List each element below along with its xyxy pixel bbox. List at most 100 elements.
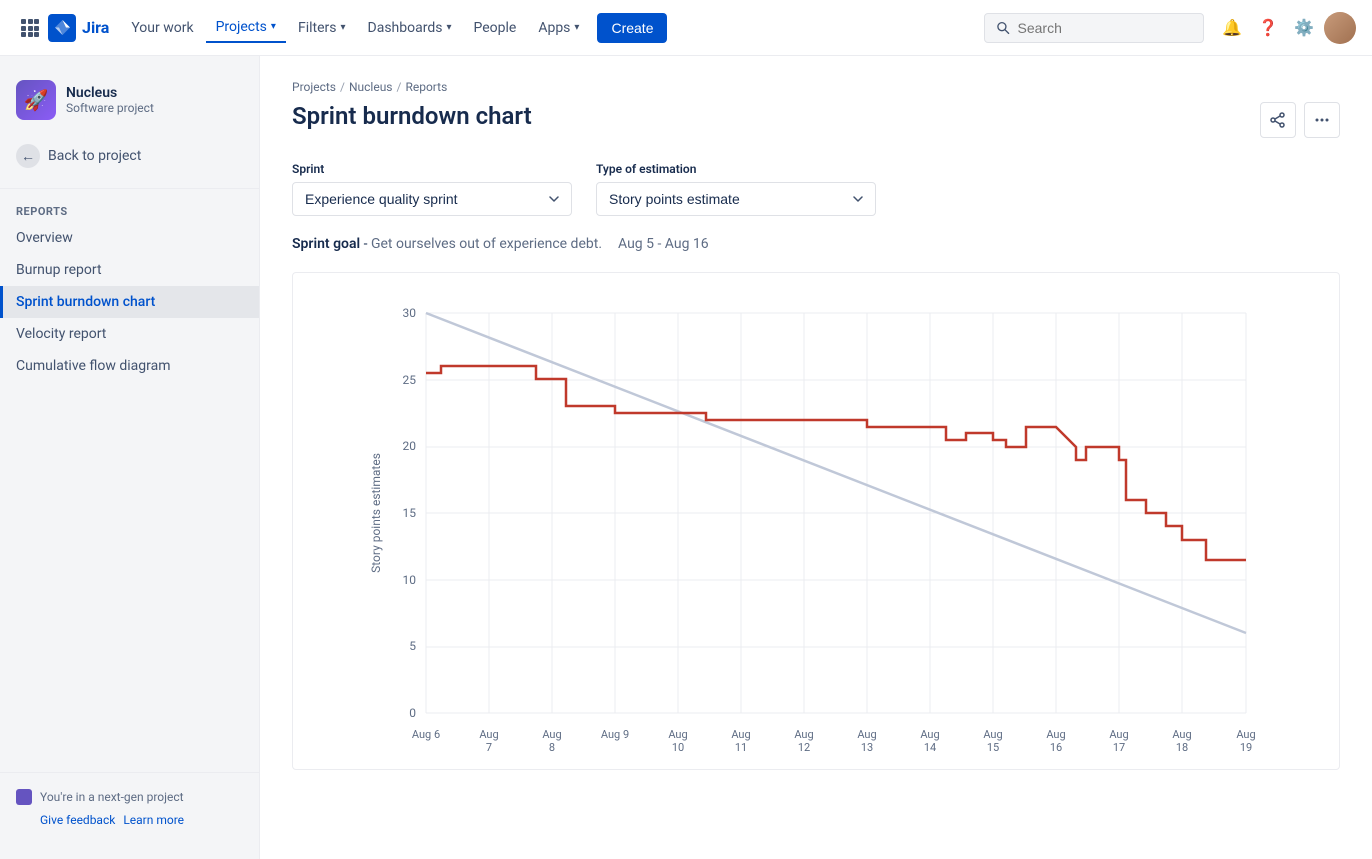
sidebar: 🚀 Nucleus Software project ← Back to pro… (0, 56, 260, 859)
create-button[interactable]: Create (597, 13, 667, 43)
badge-icon (16, 789, 32, 805)
svg-text:Story points estimates: Story points estimates (369, 453, 383, 573)
breadcrumb-sep-2: / (397, 80, 402, 94)
svg-text:20: 20 (403, 439, 417, 453)
help-icon[interactable]: ❓ (1252, 12, 1284, 44)
svg-text:15: 15 (403, 506, 417, 520)
breadcrumb: Projects / Nucleus / Reports (292, 80, 1340, 94)
sprint-filter-group: Sprint Experience quality sprint (292, 162, 572, 216)
nav-filters[interactable]: Filters ▾ (288, 14, 356, 42)
project-type: Software project (66, 101, 154, 115)
svg-text:10: 10 (672, 741, 684, 753)
sidebar-item-velocity[interactable]: Velocity report (0, 318, 259, 350)
page-layout: 🚀 Nucleus Software project ← Back to pro… (0, 56, 1372, 859)
search-input[interactable] (1018, 20, 1191, 36)
back-to-project-button[interactable]: ← Back to project (0, 136, 259, 176)
sprint-filter-select[interactable]: Experience quality sprint (292, 182, 572, 216)
svg-text:13: 13 (861, 741, 873, 753)
nav-links: Your work Projects ▾ Filters ▾ Dashboard… (121, 13, 589, 43)
breadcrumb-reports: Reports (405, 80, 447, 94)
svg-text:Aug: Aug (1172, 728, 1191, 741)
sidebar-footer: You're in a next-gen project Give feedba… (0, 772, 259, 843)
svg-text:8: 8 (549, 741, 555, 753)
jira-logo[interactable]: Jira (48, 14, 109, 42)
svg-text:14: 14 (924, 741, 936, 753)
estimation-filter-group: Type of estimation Story points estimate (596, 162, 876, 216)
learn-link[interactable]: Learn more (123, 813, 184, 827)
top-navigation: Jira Your work Projects ▾ Filters ▾ Dash… (0, 0, 1372, 56)
share-button[interactable] (1260, 102, 1296, 138)
svg-text:Aug: Aug (542, 728, 561, 741)
logo-text: Jira (82, 18, 109, 37)
breadcrumb-nucleus[interactable]: Nucleus (349, 80, 393, 94)
chevron-down-icon: ▾ (340, 22, 345, 33)
nav-your-work[interactable]: Your work (121, 14, 203, 42)
settings-icon[interactable]: ⚙️ (1288, 12, 1320, 44)
svg-text:Aug: Aug (1046, 728, 1065, 741)
sidebar-section-reports: Reports (0, 193, 259, 222)
svg-text:Aug: Aug (1236, 728, 1255, 741)
svg-text:Aug: Aug (731, 728, 750, 741)
back-arrow-icon: ← (16, 144, 40, 168)
sprint-goal-dash: - (364, 236, 371, 252)
breadcrumb-projects[interactable]: Projects (292, 80, 336, 94)
footer-links: Give feedback Learn more (16, 813, 243, 827)
sidebar-item-burnup[interactable]: Burnup report (0, 254, 259, 286)
more-button[interactable] (1304, 102, 1340, 138)
nav-dashboards[interactable]: Dashboards ▾ (358, 14, 462, 42)
svg-text:Aug 9: Aug 9 (601, 728, 629, 741)
sidebar-item-overview[interactable]: Overview (0, 222, 259, 254)
feedback-link[interactable]: Give feedback (40, 813, 115, 827)
chart-wrap: 0 5 10 15 20 25 30 Story points estimate… (309, 293, 1323, 753)
chevron-down-icon: ▾ (271, 21, 276, 32)
sidebar-item-burndown[interactable]: Sprint burndown chart (0, 286, 259, 318)
svg-text:18: 18 (1176, 741, 1188, 753)
share-icon (1270, 112, 1286, 128)
sidebar-item-cumulative[interactable]: Cumulative flow diagram (0, 350, 259, 382)
ellipsis-icon (1314, 112, 1330, 128)
svg-text:Aug: Aug (479, 728, 498, 741)
next-gen-badge: You're in a next-gen project (16, 789, 243, 805)
search-box[interactable] (984, 13, 1204, 43)
sprint-goal: Sprint goal - Get ourselves out of exper… (292, 236, 1340, 252)
svg-text:Aug 6: Aug 6 (412, 728, 440, 741)
svg-text:Aug: Aug (983, 728, 1002, 741)
chevron-down-icon: ▾ (574, 22, 579, 33)
chevron-down-icon: ▾ (446, 22, 451, 33)
svg-text:0: 0 (409, 706, 416, 720)
sprint-dates: Aug 5 - Aug 16 (618, 236, 709, 252)
grid-icon[interactable] (16, 14, 44, 42)
svg-text:17: 17 (1113, 741, 1125, 753)
svg-text:15: 15 (987, 741, 999, 753)
svg-text:16: 16 (1050, 741, 1062, 753)
svg-text:19: 19 (1240, 741, 1252, 753)
notifications-icon[interactable]: 🔔 (1216, 12, 1248, 44)
burndown-chart: 0 5 10 15 20 25 30 Story points estimate… (309, 293, 1323, 753)
main-content: Projects / Nucleus / Reports Sprint burn… (260, 56, 1372, 859)
chart-container: 0 5 10 15 20 25 30 Story points estimate… (292, 272, 1340, 770)
nav-projects[interactable]: Projects ▾ (206, 13, 286, 43)
project-name: Nucleus (66, 85, 154, 101)
breadcrumb-sep-1: / (340, 80, 345, 94)
sprint-goal-text: Get ourselves out of experience debt. (371, 236, 602, 252)
sidebar-project: 🚀 Nucleus Software project (0, 72, 259, 136)
search-icon (997, 21, 1010, 35)
page-actions (1260, 102, 1340, 138)
svg-text:Aug: Aug (920, 728, 939, 741)
svg-text:11: 11 (735, 741, 747, 753)
page-title: Sprint burndown chart (292, 102, 532, 130)
user-avatar[interactable] (1324, 12, 1356, 44)
svg-text:Aug: Aug (857, 728, 876, 741)
project-icon: 🚀 (16, 80, 56, 120)
nav-people[interactable]: People (463, 14, 526, 42)
svg-text:5: 5 (409, 639, 416, 653)
filters-row: Sprint Experience quality sprint Type of… (292, 162, 1340, 216)
svg-text:7: 7 (486, 741, 492, 753)
svg-text:10: 10 (403, 573, 417, 587)
estimation-filter-select[interactable]: Story points estimate (596, 182, 876, 216)
nav-apps[interactable]: Apps ▾ (528, 14, 589, 42)
sprint-filter-label: Sprint (292, 162, 572, 176)
topnav-icon-group: 🔔 ❓ ⚙️ (1216, 12, 1356, 44)
sidebar-divider (0, 188, 259, 189)
svg-text:12: 12 (798, 741, 810, 753)
